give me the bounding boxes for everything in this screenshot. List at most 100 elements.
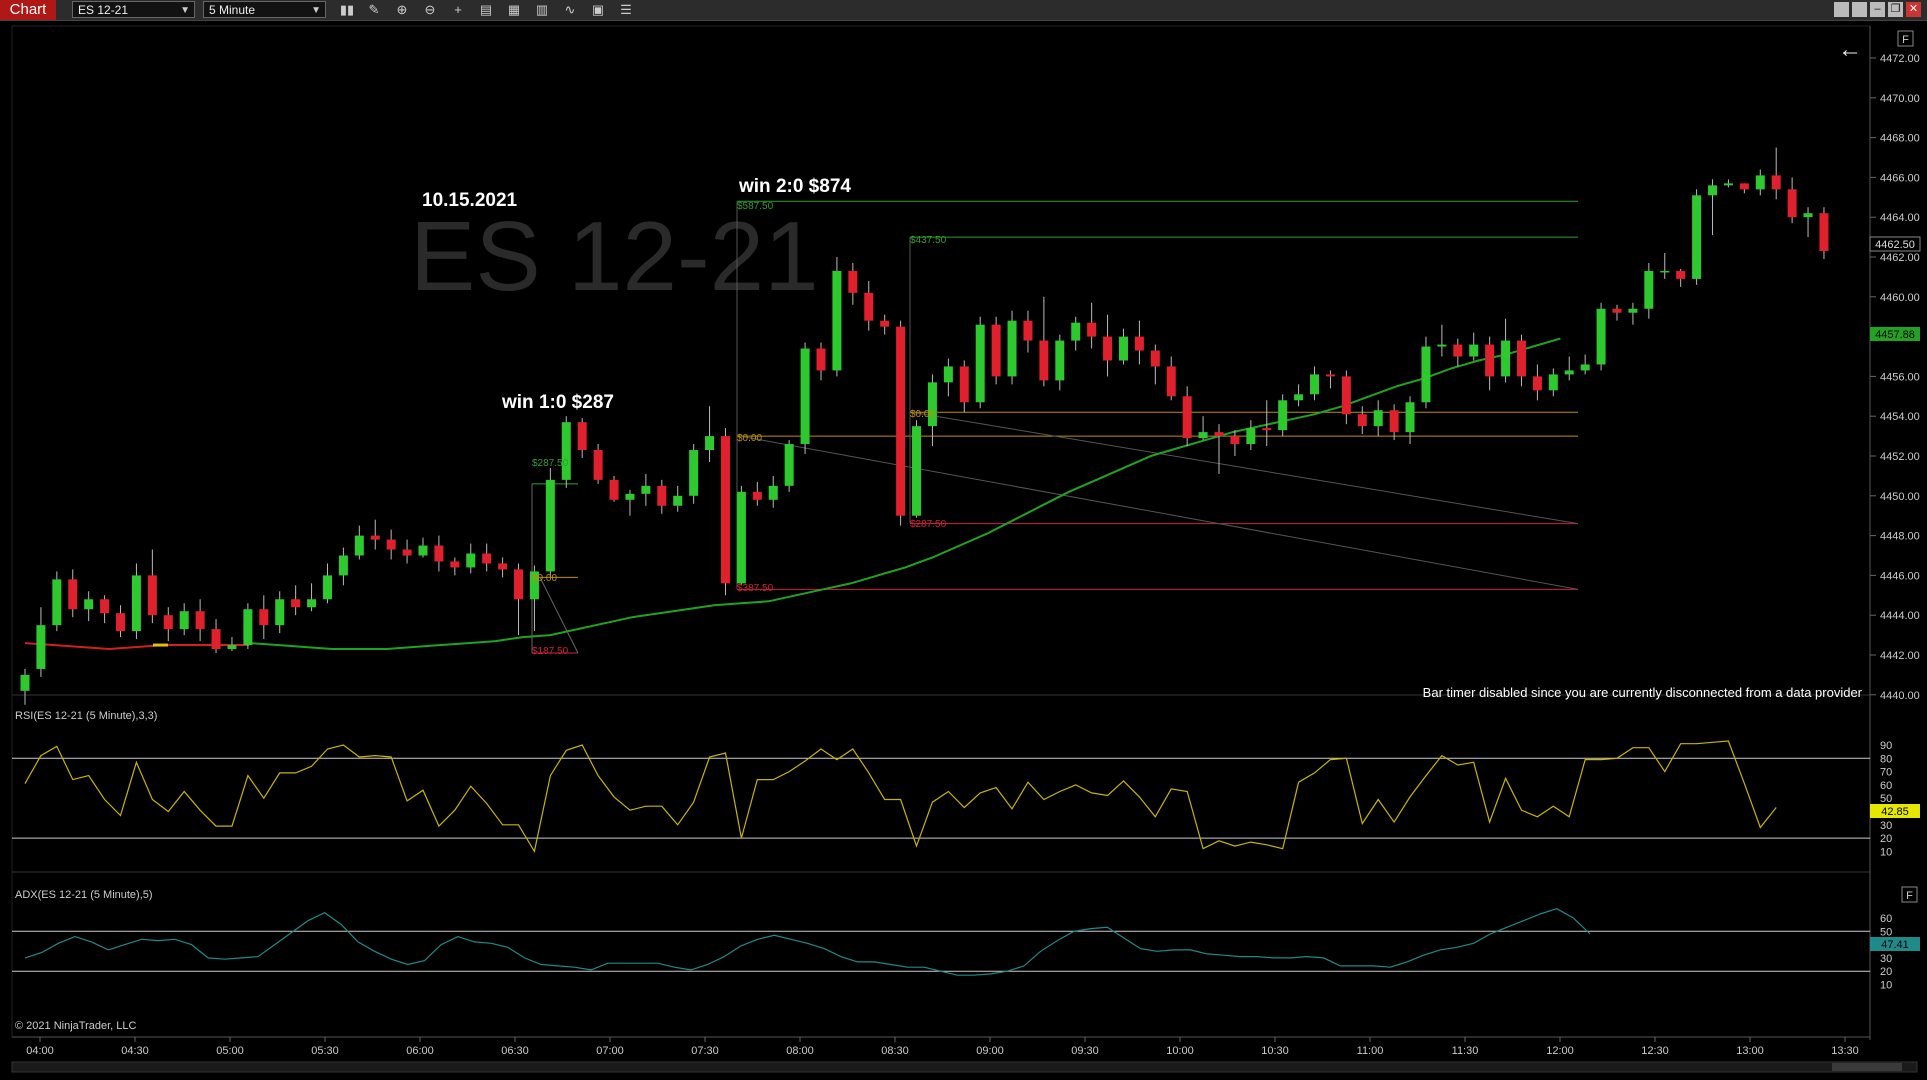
list-icon[interactable]: ☰ — [616, 1, 636, 19]
ma-value: 4457.88 — [1875, 329, 1915, 341]
time-tick-label: 12:00 — [1546, 1045, 1574, 1057]
time-tick-label: 06:30 — [501, 1045, 529, 1057]
tab-chart[interactable]: Chart — [0, 0, 56, 20]
candle — [1596, 302, 1606, 371]
candle-body — [1771, 175, 1781, 190]
candle-body — [1708, 185, 1718, 196]
candle-body — [1039, 340, 1049, 381]
candle-body — [545, 479, 555, 572]
candle-body — [275, 599, 285, 626]
trade-label-t1-profit: $287.50 — [532, 458, 569, 469]
candle-body — [179, 611, 189, 630]
price-tick-label: 4450.00 — [1880, 491, 1920, 503]
price-tick-label: 4442.00 — [1880, 650, 1920, 662]
draw-pencil-icon[interactable]: ✎ — [364, 1, 384, 19]
close-icon[interactable]: ✕ — [1906, 2, 1921, 17]
candle-body — [625, 493, 635, 500]
win1-annotation: win 1:0 $287 — [501, 392, 614, 413]
price-tick-label: 4466.00 — [1880, 172, 1920, 184]
candle-body — [720, 436, 730, 584]
current-price-flag: 4462.50 — [1869, 236, 1921, 252]
current-price-value: 4462.50 — [1875, 239, 1915, 251]
candle-body — [1294, 394, 1304, 401]
win2-annotation: win 2:0 $874 — [738, 176, 851, 197]
candle — [52, 571, 62, 632]
restore-icon[interactable]: ❐ — [1888, 2, 1903, 17]
candle — [689, 444, 699, 504]
adx-value: 47.41 — [1881, 939, 1909, 951]
candle — [593, 444, 603, 484]
candle-body — [259, 609, 269, 626]
candle-body — [816, 348, 826, 371]
back-arrow-icon[interactable]: ← — [1838, 36, 1862, 63]
templates-icon[interactable]: ▣ — [588, 1, 608, 19]
candle-body — [482, 553, 492, 564]
candle-body — [307, 599, 317, 608]
candle — [1421, 336, 1431, 409]
scrollbar-thumb[interactable] — [1832, 1063, 1902, 1071]
layout-icon[interactable] — [1852, 2, 1867, 17]
time-tick-label: 10:00 — [1166, 1045, 1194, 1057]
crosshair-icon[interactable]: + — [448, 1, 468, 19]
data-box-icon[interactable]: ▦ — [504, 1, 524, 19]
candle — [243, 603, 253, 650]
candle-body — [291, 599, 301, 608]
candle — [800, 342, 810, 455]
instrument-value: ES 12-21 — [78, 3, 129, 17]
trade-label-t1-stop: $187.50 — [532, 646, 569, 657]
zoom-out-icon[interactable]: ⊖ — [420, 1, 440, 19]
candle-body — [1118, 336, 1128, 361]
candle-body — [1787, 189, 1797, 218]
candle-body — [514, 569, 524, 600]
candle-body — [1532, 376, 1542, 391]
instrument-selector[interactable]: ES 12-21 ▼ — [72, 1, 195, 18]
candle-body — [1166, 366, 1176, 397]
candle-body — [1723, 183, 1733, 186]
adx-value-flag: 47.41 — [1870, 937, 1920, 951]
time-tick-label: 11:00 — [1357, 1045, 1384, 1057]
rsi-value: 42.85 — [1881, 806, 1909, 818]
candle-body — [1405, 402, 1415, 433]
candle-body — [434, 545, 444, 562]
candle-body — [1501, 340, 1511, 377]
time-tick-label: 07:30 — [691, 1045, 719, 1057]
interval-selector[interactable]: 5 Minute ▼ — [203, 1, 326, 18]
zoom-in-icon[interactable]: ⊕ — [392, 1, 412, 19]
candle-body — [68, 579, 78, 610]
bar-type-icon[interactable]: ▮▮ — [337, 1, 357, 19]
candle-body — [1564, 370, 1574, 375]
time-tick-label: 09:00 — [976, 1045, 1004, 1057]
candle — [784, 440, 794, 492]
price-tick-label: 4454.00 — [1880, 411, 1920, 423]
indicators-icon[interactable]: ▥ — [532, 1, 552, 19]
time-tick-label: 10:30 — [1261, 1045, 1289, 1057]
candle-body — [1278, 400, 1288, 431]
horizontal-scrollbar[interactable] — [11, 1061, 1918, 1073]
candle — [545, 467, 555, 578]
chevron-down-icon: ▼ — [311, 5, 321, 16]
candle-body — [1150, 350, 1160, 367]
candle-body — [1230, 436, 1240, 445]
f-button[interactable]: F — [1897, 30, 1914, 47]
candle-body — [1198, 432, 1208, 439]
candle-body — [1485, 344, 1495, 377]
candle — [975, 316, 985, 409]
candle — [720, 428, 730, 596]
candle — [991, 316, 1001, 385]
date-annotation: 10.15.2021 — [422, 190, 518, 211]
strategies-icon[interactable]: ∿ — [560, 1, 580, 19]
layout-icon[interactable] — [1834, 2, 1849, 17]
candle-body — [1023, 320, 1033, 341]
f-button-label: F — [1906, 890, 1913, 902]
candle-body — [752, 491, 762, 500]
minimize-icon[interactable]: – — [1870, 2, 1885, 17]
f-button[interactable]: F — [1901, 886, 1918, 903]
price-tick-label: 4452.00 — [1880, 451, 1920, 463]
candle-body — [147, 575, 157, 616]
chart-canvas[interactable]: ES 12-21 4472.00 4470.00 4468.00 4466.00 446… — [0, 21, 1927, 1080]
rsi-tick-label: 70 — [1880, 767, 1892, 779]
adx-tick-label: 30 — [1880, 953, 1892, 965]
properties-icon[interactable]: ▤ — [476, 1, 496, 19]
candle-body — [975, 324, 985, 403]
candle-body — [1071, 322, 1081, 341]
